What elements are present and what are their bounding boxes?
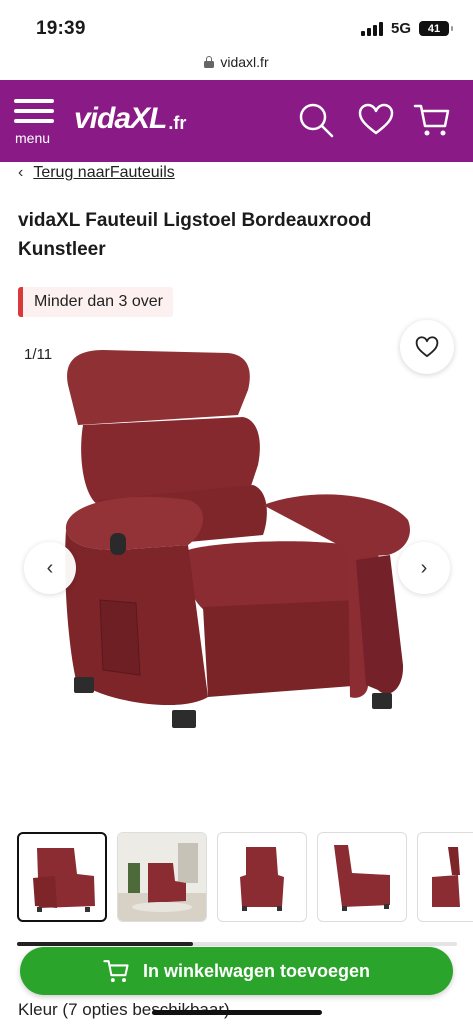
gallery-prev-button[interactable]: ‹ xyxy=(24,542,76,594)
hamburger-icon xyxy=(14,99,60,123)
thumbnail-strip[interactable] xyxy=(17,832,473,924)
vidaxl-logo[interactable]: vidaXL .fr xyxy=(74,94,186,144)
chevron-right-icon: › xyxy=(420,556,428,579)
site-header: menu vidaXL .fr xyxy=(0,80,473,162)
breadcrumb-back-link[interactable]: Terug naarFauteuils xyxy=(33,164,174,182)
stock-badge: Minder dan 3 over xyxy=(18,287,173,317)
signal-icon xyxy=(360,21,383,36)
thumbnail-4[interactable] xyxy=(317,832,407,922)
heart-icon xyxy=(415,336,439,358)
product-title: vidaXL Fauteuil Ligstoel Bordeauxrood Ku… xyxy=(18,210,372,260)
url-text: vidaxl.fr xyxy=(220,54,269,70)
url-bar[interactable]: vidaxl.fr xyxy=(0,50,473,74)
network-type: 5G xyxy=(390,20,411,37)
cart-icon xyxy=(103,960,129,983)
image-counter: 1/11 xyxy=(24,346,53,363)
thumbnail-scrollbar-thumb[interactable] xyxy=(17,942,193,946)
status-indicators: 5G 41 xyxy=(360,20,453,37)
battery-icon: 41 xyxy=(419,21,453,36)
gallery-next-button[interactable]: › xyxy=(398,542,450,594)
thumbnail-scrollbar[interactable] xyxy=(17,942,457,946)
breadcrumb: ‹ Terug naarFauteuils xyxy=(18,162,175,184)
product-image[interactable] xyxy=(58,345,414,735)
thumbnail-2[interactable] xyxy=(117,832,207,922)
menu-button[interactable]: menu xyxy=(14,99,60,149)
cart-icon[interactable] xyxy=(412,100,452,140)
logo-text: vidaXL xyxy=(74,102,167,135)
battery-level: 41 xyxy=(427,22,441,35)
add-to-cart-label: In winkelwagen toevoegen xyxy=(142,960,371,981)
logo-suffix: .fr xyxy=(168,112,187,133)
status-time: 19:39 xyxy=(36,18,86,39)
thumbnail-1[interactable] xyxy=(17,832,107,922)
thumbnail-3[interactable] xyxy=(217,832,307,922)
search-icon[interactable] xyxy=(296,100,336,140)
status-bar: 19:39 5G 41 xyxy=(0,0,473,46)
chevron-left-icon: ‹ xyxy=(46,556,54,579)
heart-icon[interactable] xyxy=(356,100,396,140)
menu-label: menu xyxy=(15,130,51,146)
chevron-left-icon: ‹ xyxy=(18,164,24,181)
lock-icon xyxy=(204,56,215,68)
add-to-cart-button[interactable]: In winkelwagen toevoegen xyxy=(20,947,453,995)
home-indicator xyxy=(152,1010,322,1015)
thumbnail-5[interactable] xyxy=(417,832,473,922)
